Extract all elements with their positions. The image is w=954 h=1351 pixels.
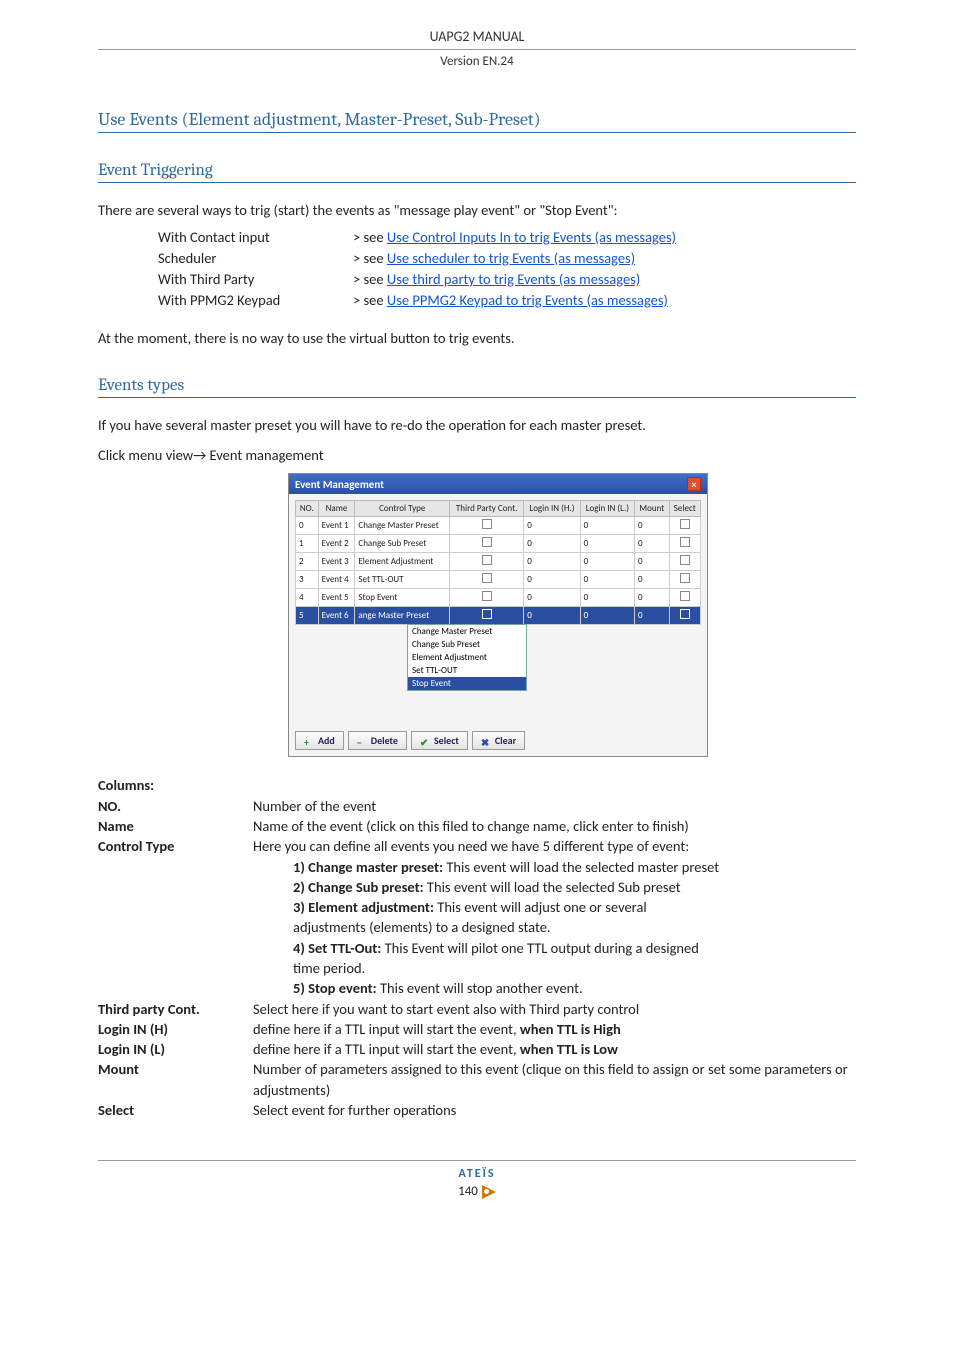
col-control-type: Control Type <box>355 501 450 517</box>
col-label-select: Select <box>98 1100 253 1120</box>
check-icon: ✔ <box>420 736 430 746</box>
trig-label: With Contact input <box>158 227 353 248</box>
see-prefix: > see <box>353 291 387 309</box>
select-button[interactable]: ✔Select <box>411 731 468 750</box>
doc-version: Version EN.24 <box>98 54 856 69</box>
col-mount: Mount <box>635 501 670 517</box>
close-icon[interactable]: × <box>687 477 701 491</box>
section-event-triggering: Event Triggering <box>98 161 856 183</box>
trig-label: With PPMG2 Keypad <box>158 290 353 311</box>
col-label-no: NO. <box>98 796 253 816</box>
col-select: Select <box>669 501 700 517</box>
col-label-control-type: Control Type <box>98 836 253 856</box>
link-contact-input[interactable]: Use Control Inputs In to trig Events (as… <box>387 228 676 246</box>
clear-button[interactable]: ✖Clear <box>472 731 525 750</box>
divider <box>98 49 856 50</box>
dropdown-option[interactable]: Change Master Preset <box>408 625 526 638</box>
table-row[interactable]: 1Event 2Change Sub Preset000 <box>296 535 701 553</box>
col-label-third-party: Third party Cont. <box>98 999 253 1019</box>
link-ppmg2[interactable]: Use PPMG2 Keypad to trig Events (as mess… <box>387 291 668 309</box>
dropdown-option[interactable]: Change Sub Preset <box>408 638 526 651</box>
col-desc-name: Name of the event (click on this filed t… <box>253 816 856 836</box>
see-prefix: > see <box>353 228 387 246</box>
minus-icon: − <box>357 736 367 746</box>
trig-label: With Third Party <box>158 269 353 290</box>
ct-option-5: 5) Stop event: This event will stop anot… <box>293 978 856 998</box>
ateis-logo: ATEÏS <box>98 1167 856 1181</box>
table-row[interactable]: 2Event 3Element Adjustment000 <box>296 553 701 571</box>
col-third-party: Third Party Cont. <box>450 501 524 517</box>
arrow-icon <box>482 1185 496 1199</box>
col-label-mount: Mount <box>98 1059 253 1100</box>
intro-text: There are several ways to trig (start) t… <box>98 201 856 221</box>
link-third-party[interactable]: Use third party to trig Events (as messa… <box>387 270 640 288</box>
ct-option-1: 1) Change master preset: This event will… <box>293 857 856 877</box>
see-prefix: > see <box>353 270 387 288</box>
col-login-h: Login IN (H.) <box>524 501 580 517</box>
ct-option-4: 4) Set TTL-Out: This Event will pilot on… <box>293 938 856 958</box>
col-name: Name <box>318 501 355 517</box>
section-use-events: Use Events (Element adjustment, Master-P… <box>98 109 856 133</box>
x-icon: ✖ <box>481 736 491 746</box>
table-row[interactable]: 3Event 4Set TTL-OUT000 <box>296 571 701 589</box>
see-prefix: > see <box>353 249 387 267</box>
note-virtual-button: At the moment, there is no way to use th… <box>98 329 856 349</box>
col-desc-control-type: Here you can define all events you need … <box>253 836 856 856</box>
event-management-window: Event Management × NO. Name Control Type… <box>288 473 708 757</box>
link-scheduler[interactable]: Use scheduler to trig Events (as message… <box>387 249 635 267</box>
col-no: NO. <box>296 501 319 517</box>
col-desc-no: Number of the event <box>253 796 856 816</box>
control-type-dropdown[interactable]: Change Master Preset Change Sub Preset E… <box>407 624 527 691</box>
add-button[interactable]: +Add <box>295 731 344 750</box>
ct-option-4-cont: time period. <box>293 958 856 978</box>
note-menu-path: Click menu view→ Event management <box>98 446 856 466</box>
note-master-preset: If you have several master preset you wi… <box>98 416 856 436</box>
table-row[interactable]: 4Event 5Stop Event000 <box>296 589 701 607</box>
ct-option-3-cont: adjustments (elements) to a designed sta… <box>293 917 856 937</box>
dropdown-option[interactable]: Set TTL-OUT <box>408 664 526 677</box>
col-login-l: Login IN (L.) <box>580 501 634 517</box>
doc-title: UAPG2 MANUAL <box>98 28 856 45</box>
col-label-name: Name <box>98 816 253 836</box>
table-row[interactable]: 0Event 1Change Master Preset000 <box>296 517 701 535</box>
page-number: 140 <box>458 1184 496 1199</box>
window-title: Event Management <box>295 478 384 491</box>
section-events-types: Events types <box>98 376 856 398</box>
plus-icon: + <box>304 736 314 746</box>
col-desc-login-h: define here if a TTL input will start th… <box>253 1019 856 1039</box>
col-label-login-h: Login IN (H) <box>98 1019 253 1039</box>
columns-heading: Columns: <box>98 775 253 795</box>
col-desc-login-l: define here if a TTL input will start th… <box>253 1039 856 1059</box>
table-row[interactable]: 5Event 6ange Master Preset000 <box>296 607 701 625</box>
dropdown-option[interactable]: Stop Event <box>408 677 526 690</box>
col-desc-select: Select event for further operations <box>253 1100 856 1120</box>
events-table: NO. Name Control Type Third Party Cont. … <box>295 500 701 625</box>
ct-option-3: 3) Element adjustment: This event will a… <box>293 897 856 917</box>
trig-label: Scheduler <box>158 248 353 269</box>
col-label-login-l: Login IN (L) <box>98 1039 253 1059</box>
footer-divider <box>98 1160 856 1161</box>
col-desc-third-party: Select here if you want to start event a… <box>253 999 856 1019</box>
ct-option-2: 2) Change Sub preset: This event will lo… <box>293 877 856 897</box>
delete-button[interactable]: −Delete <box>348 731 407 750</box>
dropdown-option[interactable]: Element Adjustment <box>408 651 526 664</box>
col-desc-mount: Number of parameters assigned to this ev… <box>253 1059 856 1100</box>
